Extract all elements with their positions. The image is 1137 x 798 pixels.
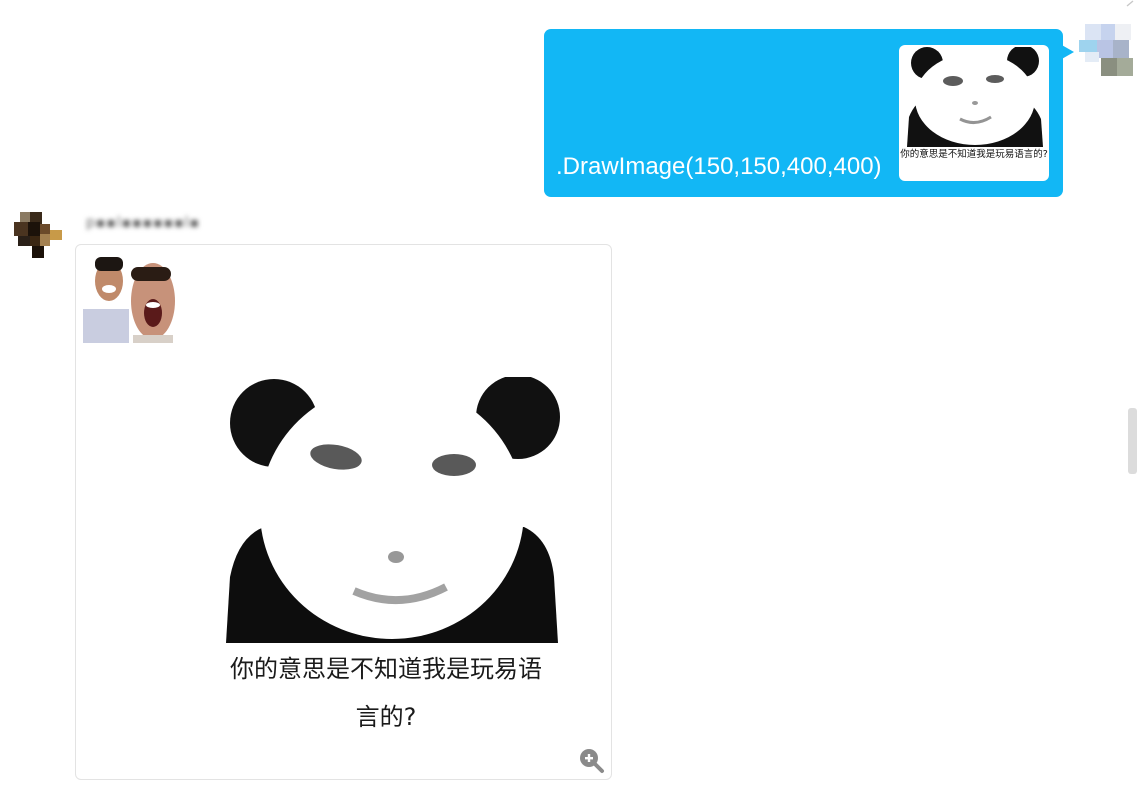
my-avatar[interactable] — [1079, 22, 1135, 78]
outgoing-message-text: .DrawImage(150,150,400,400) — [556, 153, 882, 180]
sender-avatar[interactable] — [14, 212, 64, 258]
sender-name: p▪▪l▪▪▪▪▪▪l▪ — [86, 215, 201, 231]
outgoing-message-bubble[interactable]: .DrawImage(150,150,400,400) 你的意思是不知道我是玩易… — [544, 29, 1063, 197]
incoming-message-card[interactable]: 你的意思是不知道我是玩易语 言的? — [75, 244, 612, 780]
chat-scrollbar[interactable] — [1128, 408, 1137, 474]
laughing-faces-sticker — [83, 251, 175, 343]
panda-meme-image — [224, 377, 560, 643]
zoom-in-icon[interactable] — [577, 746, 605, 774]
incoming-image-caption: 你的意思是不知道我是玩易语 言的? — [230, 655, 542, 731]
outgoing-sticker-image[interactable]: 你的意思是不知道我是玩易语言的? — [899, 45, 1049, 181]
chat-area: .DrawImage(150,150,400,400) 你的意思是不知道我是玩易… — [0, 0, 1137, 798]
panda-meme-thumbnail — [905, 47, 1043, 147]
outgoing-bubble-tail — [1060, 44, 1074, 60]
outgoing-sticker-caption: 你的意思是不知道我是玩易语言的? — [900, 149, 1048, 160]
chevron-icon — [1126, 0, 1134, 7]
